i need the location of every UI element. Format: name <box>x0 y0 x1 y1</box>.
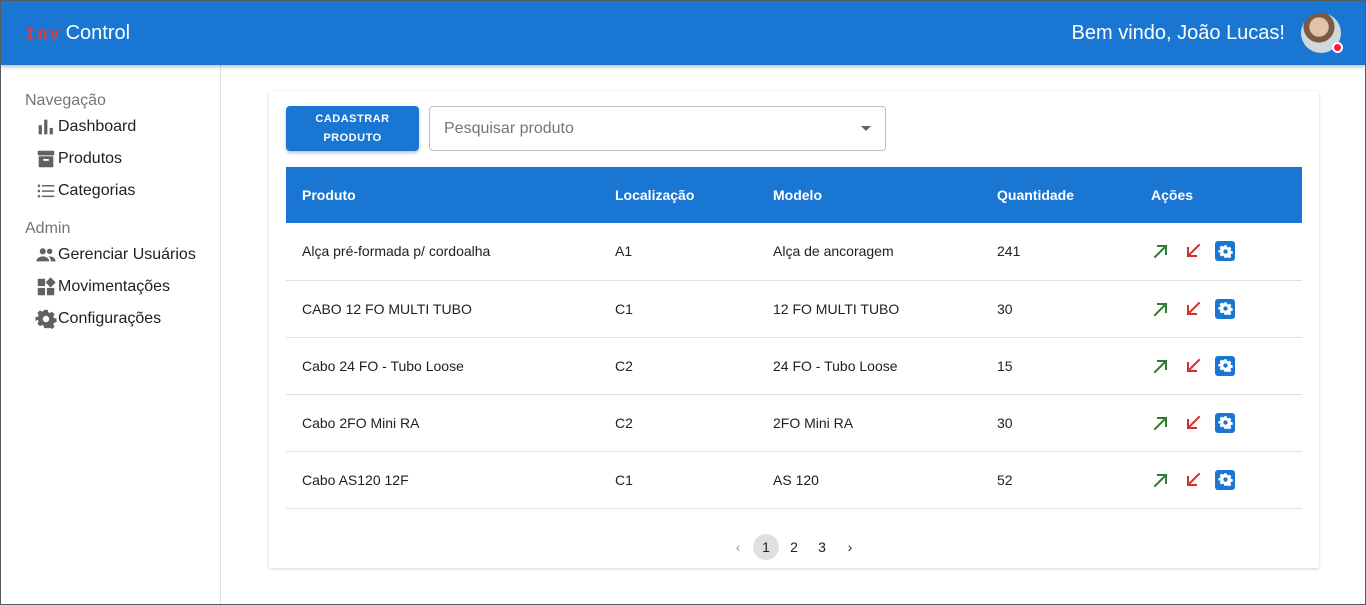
sidebar-item-categorias[interactable]: Categorias <box>1 175 220 207</box>
entry-arrow-icon[interactable] <box>1151 470 1171 490</box>
cell-acoes <box>1135 337 1302 394</box>
entry-arrow-icon[interactable] <box>1151 241 1171 261</box>
column-header: Produto <box>302 187 356 203</box>
cell-localizacao: C1 <box>615 300 633 317</box>
sidebar-section-title: Navegação <box>25 92 106 109</box>
settings-gear-icon[interactable] <box>1215 355 1235 376</box>
cell-produto: Cabo 2FO Mini RA <box>302 414 420 431</box>
cell-localizacao: C1 <box>615 471 633 488</box>
table-row: Cabo AS120 12F C1 AS 120 52 <box>286 451 1302 508</box>
status-badge <box>1332 42 1343 53</box>
archive-icon <box>37 150 55 168</box>
cell-localizacao: C2 <box>615 414 633 431</box>
sidebar-item-produtos[interactable]: Produtos <box>1 143 220 175</box>
table-row: Cabo 2FO Mini RA C2 2FO Mini RA 30 <box>286 394 1302 451</box>
cell-quantidade: 241 <box>997 243 1021 260</box>
sidebar-item-label: Gerenciar Usuários <box>58 246 196 263</box>
brand-logo[interactable]: Inv Control <box>25 22 130 45</box>
settings-gear-icon[interactable] <box>1215 469 1235 490</box>
cell-modelo: AS 120 <box>773 471 819 488</box>
user-area: Bem vindo, João Lucas! <box>1071 13 1343 53</box>
add-product-button[interactable]: CADASTRAR PRODUTO <box>286 106 419 151</box>
sidebar-section-title: Admin <box>25 220 71 237</box>
sidebar-item-label: Dashboard <box>58 118 137 135</box>
welcome-text: Bem vindo, João Lucas! <box>1071 21 1285 44</box>
sidebar-item-configuracoes[interactable]: Configurações <box>1 303 220 335</box>
cell-modelo: 2FO Mini RA <box>773 414 854 431</box>
products-card: CADASTRARPRODUTO Produto Localização Mod… <box>269 91 1319 568</box>
entry-arrow-icon[interactable] <box>1151 356 1171 376</box>
column-header: Modelo <box>773 187 822 203</box>
cell-acoes <box>1135 280 1302 337</box>
page-button[interactable]: 2 <box>781 534 807 560</box>
app-window: Inv Control Bem vindo, João Lucas! Naveg… <box>0 0 1366 605</box>
search-input[interactable] <box>444 119 844 138</box>
cell-quantidade: 30 <box>997 300 1013 317</box>
sidebar-item-label: Configurações <box>58 310 162 327</box>
brand-control: Control <box>65 21 131 44</box>
next-page-icon[interactable]: › <box>837 534 863 560</box>
entry-arrow-icon[interactable] <box>1151 413 1171 433</box>
settings-gear-icon[interactable] <box>1215 412 1235 433</box>
cell-acoes <box>1135 223 1302 280</box>
sidebar-item-gerenciar-usuarios[interactable]: Gerenciar Usuários <box>1 239 220 271</box>
cell-produto: Cabo 24 FO - Tubo Loose <box>302 357 464 374</box>
sidebar-item-dashboard[interactable]: Dashboard <box>1 111 220 143</box>
chevron-down-icon[interactable] <box>861 126 871 131</box>
column-header: Ações <box>1151 187 1194 203</box>
list-icon <box>37 184 55 198</box>
cell-acoes <box>1135 451 1302 508</box>
cell-modelo: 12 FO MULTI TUBO <box>773 300 900 317</box>
exit-arrow-icon[interactable] <box>1183 413 1203 433</box>
cell-produto: Alça pré-formada p/ cordoalha <box>302 243 491 260</box>
sidebar-item-label: Produtos <box>58 150 123 167</box>
column-header: Quantidade <box>997 187 1075 203</box>
cell-quantidade: 15 <box>997 357 1013 374</box>
cell-produto: Cabo AS120 12F <box>302 471 409 488</box>
exit-arrow-icon[interactable] <box>1183 299 1203 319</box>
search-select[interactable] <box>429 106 886 151</box>
avatar[interactable] <box>1301 13 1343 53</box>
cell-quantidade: 30 <box>997 414 1013 431</box>
table-row: CABO 12 FO MULTI TUBO C1 12 FO MULTI TUBO 3… <box>286 280 1302 337</box>
sidebar: Navegação Dashboard Produtos Categorias … <box>1 65 221 604</box>
cell-acoes <box>1135 394 1302 451</box>
table-row: Alça pré-formada p/ cordoalha A1 Alça de a… <box>286 223 1302 280</box>
cell-quantidade: 52 <box>997 471 1013 488</box>
cell-modelo: 24 FO - Tubo Loose <box>773 357 898 374</box>
table-row: Cabo 24 FO - Tubo Loose C2 24 FO - Tubo Lo… <box>286 337 1302 394</box>
table-header-row: Produto Localização Modelo Quantidade Aç… <box>286 167 1302 223</box>
products-table: Produto Localização Modelo Quantidade Aç… <box>286 167 1302 509</box>
sidebar-item-label: Movimentações <box>58 278 171 295</box>
page-button[interactable]: 3 <box>809 534 835 560</box>
cell-modelo: Alça de ancoragem <box>773 243 894 260</box>
widgets-icon <box>37 277 56 296</box>
exit-arrow-icon[interactable] <box>1183 241 1203 261</box>
settings-gear-icon[interactable] <box>1215 298 1235 319</box>
gear-icon <box>35 309 57 329</box>
exit-arrow-icon[interactable] <box>1183 470 1203 490</box>
people-icon <box>36 248 56 262</box>
pagination: ‹ 1 2 3 › <box>269 534 1319 560</box>
cell-localizacao: A1 <box>615 243 633 260</box>
cell-localizacao: C2 <box>615 357 633 374</box>
bar-chart-icon <box>38 119 53 135</box>
brand-inv: Inv <box>25 25 62 45</box>
settings-gear-icon[interactable] <box>1215 241 1235 262</box>
page-button[interactable]: 1 <box>753 534 779 560</box>
column-header: Localização <box>615 187 695 203</box>
sidebar-item-label: Categorias <box>58 182 136 199</box>
entry-arrow-icon[interactable] <box>1151 299 1171 319</box>
sidebar-item-movimentacoes[interactable]: Movimentações <box>1 271 220 303</box>
exit-arrow-icon[interactable] <box>1183 356 1203 376</box>
prev-page-icon[interactable]: ‹ <box>725 534 751 560</box>
app-bar: Inv Control Bem vindo, João Lucas! <box>1 1 1365 65</box>
cell-produto: CABO 12 FO MULTI TUBO <box>302 300 472 317</box>
